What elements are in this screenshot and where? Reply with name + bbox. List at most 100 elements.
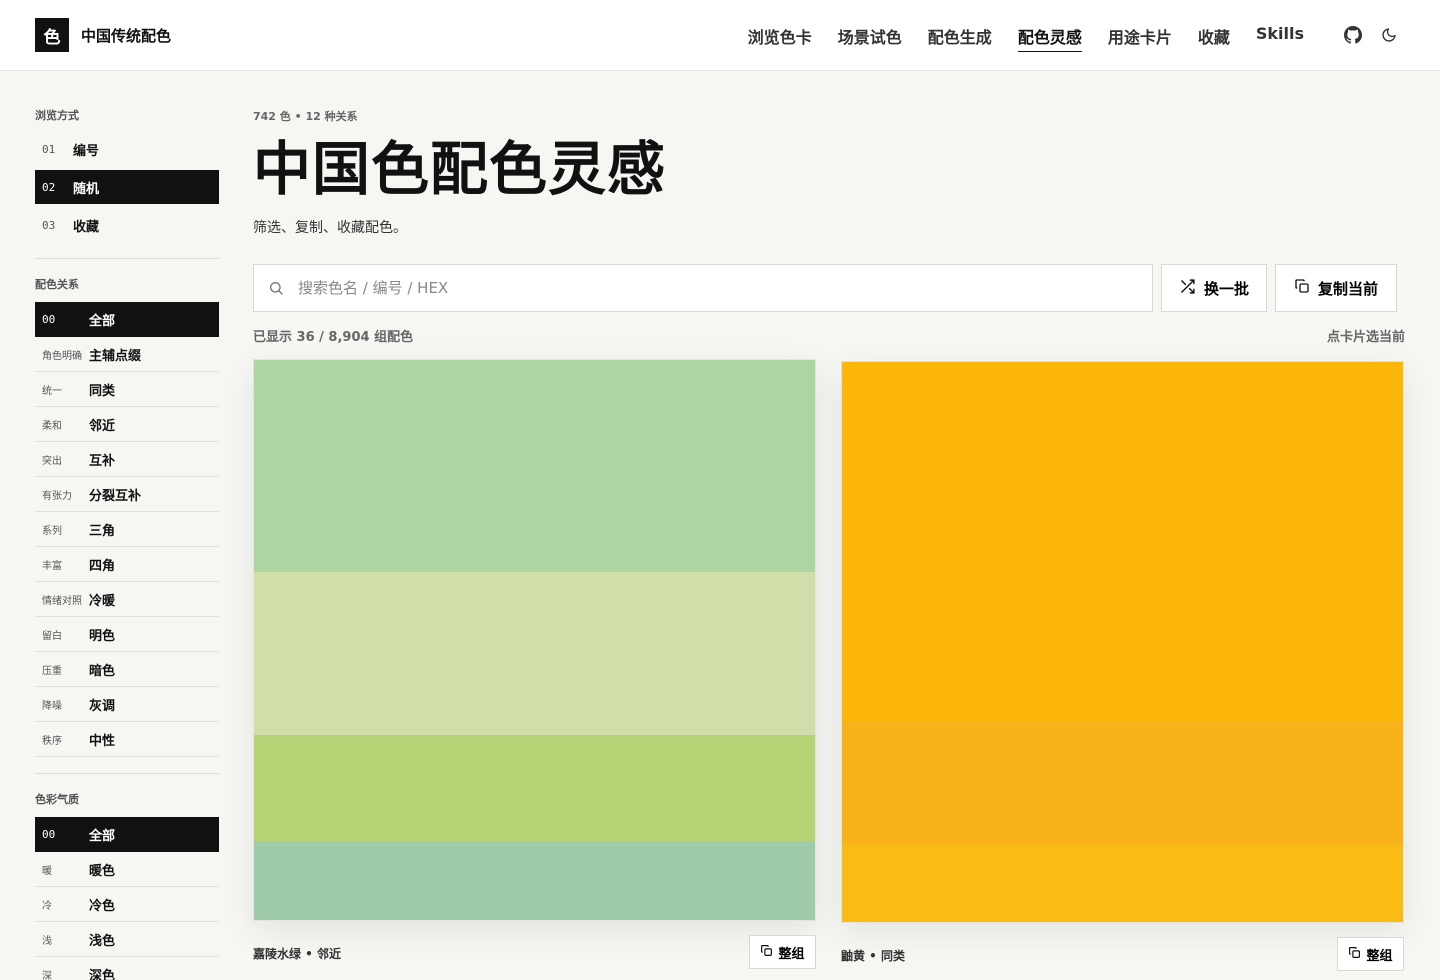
mood-item-cool[interactable]: 冷 冷色 <box>35 887 219 922</box>
relation-label: 冷暖 <box>89 593 116 609</box>
color-swatch[interactable] <box>842 721 1403 846</box>
relation-item-triadic[interactable]: 系列 三角 <box>35 512 219 547</box>
result-count: 已显示 36 / 8,904 组配色 <box>253 330 414 345</box>
card-select-hint: 点卡片选当前 <box>1326 330 1405 345</box>
mode-label: 收藏 <box>73 219 100 235</box>
card-footer: 嘉陵水绿 • 邻近 整组 <box>253 921 816 971</box>
relation-tag: 丰富 <box>42 560 62 572</box>
mood-tag: 深 <box>42 970 52 980</box>
relation-label: 三角 <box>89 523 116 539</box>
relation-tag: 情绪对照 <box>42 595 82 607</box>
copy-current-button[interactable]: 复制当前 <box>1275 264 1397 312</box>
site-title[interactable]: 中国传统配色 <box>81 25 171 46</box>
nav-palette-inspiration[interactable]: 配色灵感 <box>1017 24 1082 52</box>
relation-tag: 突出 <box>42 455 62 467</box>
relation-title: 配色关系 <box>35 278 79 291</box>
mood-tag: 冷 <box>42 900 52 912</box>
copy-palette-label: 整组 <box>778 945 805 961</box>
mood-item-deep[interactable]: 深 深色 <box>35 957 219 980</box>
copy-icon <box>1348 946 1361 962</box>
relation-item-monochrome[interactable]: 统一 同类 <box>35 372 219 407</box>
relation-label: 灰调 <box>89 698 116 714</box>
palette-card[interactable]: 鼬黄 • 同类 整组 <box>841 361 1404 973</box>
mood-label: 深色 <box>89 968 116 980</box>
browse-mode-random[interactable]: 02 随机 <box>35 170 219 204</box>
moon-icon[interactable] <box>1378 24 1400 46</box>
top-bar: 色 中国传统配色 浏览色卡 场景试色 配色生成 配色灵感 用途卡片 收藏 Ski… <box>0 0 1440 71</box>
nav-favorites[interactable]: 收藏 <box>1198 24 1230 52</box>
color-swatch[interactable] <box>842 845 1403 922</box>
relation-tag: 留白 <box>42 630 62 642</box>
color-swatch[interactable] <box>254 841 815 920</box>
palette-card[interactable]: 嘉陵水绿 • 邻近 整组 <box>253 359 816 971</box>
mood-item-light[interactable]: 浅 浅色 <box>35 922 219 957</box>
nav-browse-cards[interactable]: 浏览色卡 <box>748 24 812 52</box>
palette-swatches[interactable] <box>841 361 1404 923</box>
mode-label: 编号 <box>73 143 100 159</box>
palette-swatches[interactable] <box>253 359 816 921</box>
relation-label: 全部 <box>89 313 116 329</box>
nav-palette-generator[interactable]: 配色生成 <box>928 24 992 52</box>
relation-tag: 统一 <box>42 385 62 397</box>
mood-tag: 暖 <box>42 865 52 877</box>
browse-mode-number[interactable]: 01 编号 <box>35 132 219 166</box>
relation-item-analogous[interactable]: 柔和 邻近 <box>35 407 219 442</box>
relation-item-all[interactable]: 00 全部 <box>35 302 219 337</box>
relation-label: 邻近 <box>89 418 116 434</box>
card-footer: 鼬黄 • 同类 整组 <box>841 923 1404 973</box>
relation-tag: 00 <box>42 312 56 326</box>
logo-mark[interactable]: 色 <box>35 18 69 52</box>
mood-list: 00 全部 暖 暖色 冷 冷色 浅 浅色 深 深色 <box>35 817 219 980</box>
relation-item-dark[interactable]: 压重 暗色 <box>35 652 219 687</box>
relation-label: 同类 <box>89 383 116 399</box>
copy-palette-label: 整组 <box>1366 947 1393 963</box>
color-swatch[interactable] <box>254 734 815 842</box>
relation-label: 主辅点缀 <box>89 348 142 364</box>
browse-mode-title: 浏览方式 <box>35 109 79 122</box>
mode-num: 03 <box>42 218 56 232</box>
github-icon[interactable] <box>1342 24 1364 46</box>
color-count-meta: 742 色 • 12 种关系 <box>253 110 358 123</box>
relation-item-complementary[interactable]: 突出 互补 <box>35 442 219 477</box>
relation-label: 明色 <box>89 628 116 644</box>
color-swatch[interactable] <box>842 362 1403 722</box>
mood-item-all[interactable]: 00 全部 <box>35 817 219 852</box>
search-input[interactable] <box>298 279 1118 297</box>
mood-item-warm[interactable]: 暖 暖色 <box>35 852 219 887</box>
copy-palette-button[interactable]: 整组 <box>1337 937 1404 971</box>
mode-label: 随机 <box>73 181 100 197</box>
nav-usage-cards[interactable]: 用途卡片 <box>1108 24 1172 52</box>
color-swatch[interactable] <box>254 572 815 735</box>
copy-palette-button[interactable]: 整组 <box>749 935 816 969</box>
relation-label: 分裂互补 <box>89 488 142 504</box>
relation-item-neutral[interactable]: 秩序 中性 <box>35 722 219 757</box>
relation-item-warm-cool[interactable]: 情绪对照 冷暖 <box>35 582 219 617</box>
mood-label: 冷色 <box>89 898 116 914</box>
copy-current-label: 复制当前 <box>1317 280 1378 298</box>
browse-mode-favorites[interactable]: 03 收藏 <box>35 208 219 242</box>
nav-scene-preview[interactable]: 场景试色 <box>838 24 902 52</box>
relation-label: 暗色 <box>89 663 116 679</box>
relation-tag: 系列 <box>42 525 62 537</box>
mood-label: 暖色 <box>89 863 116 879</box>
mode-num: 01 <box>42 142 56 156</box>
page-subtitle: 筛选、复制、收藏配色。 <box>253 220 407 236</box>
relation-tag: 压重 <box>42 665 62 677</box>
relation-item-primary-secondary-accent[interactable]: 角色明确 主辅点缀 <box>35 337 219 372</box>
relation-item-muted[interactable]: 降噪 灰调 <box>35 687 219 722</box>
relation-label: 中性 <box>89 733 116 749</box>
relation-tag: 角色明确 <box>42 350 82 362</box>
divider <box>35 773 219 774</box>
shuffle-button[interactable]: 换一批 <box>1161 264 1267 312</box>
color-swatch[interactable] <box>254 360 815 573</box>
relation-item-split-complementary[interactable]: 有张力 分裂互补 <box>35 477 219 512</box>
nav-skills[interactable]: Skills <box>1256 24 1304 52</box>
relation-item-tetradic[interactable]: 丰富 四角 <box>35 547 219 582</box>
search-box <box>253 264 1153 312</box>
mood-tag: 00 <box>42 827 56 841</box>
palette-name: 鼬黄 • 同类 <box>841 949 906 963</box>
mood-label: 浅色 <box>89 933 116 949</box>
relation-item-light[interactable]: 留白 明色 <box>35 617 219 652</box>
page-title: 中国色配色灵感 <box>253 135 667 203</box>
mood-tag: 浅 <box>42 935 52 947</box>
